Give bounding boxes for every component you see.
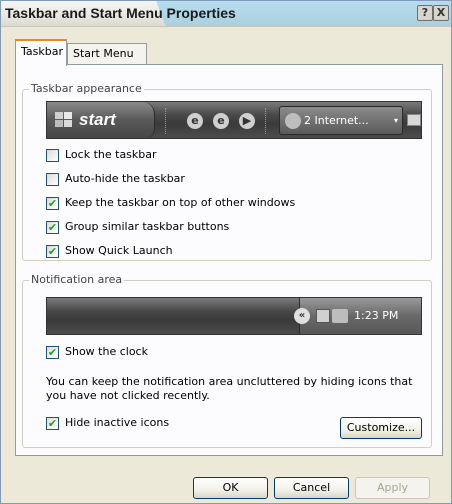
show-clock-checkbox[interactable]: ✔ [46,346,59,359]
notification-area-preview: « 1:23 PM [46,297,422,335]
close-button[interactable]: X [433,5,449,21]
quick-launch-checkbox[interactable]: ✔ [46,245,59,258]
folder-icon [407,114,421,126]
system-tray-preview: « 1:23 PM [294,298,421,334]
internet-explorer-icon [285,113,301,129]
help-button[interactable]: ? [417,5,433,21]
taskbar-group-button-preview: 2 Internet... ▾ [279,106,403,135]
show-hidden-icons-chevron-icon: « [294,308,310,324]
quick-launch-label[interactable]: Show Quick Launch [65,244,173,257]
tab-taskbar[interactable]: Taskbar [15,39,67,66]
group-buttons-checkbox[interactable]: ✔ [46,221,59,234]
tab-start-menu[interactable]: Start Menu [67,43,147,65]
dropdown-arrow-icon: ▾ [394,116,399,125]
keep-on-top-checkbox[interactable]: ✔ [46,197,59,210]
media-player-icon: ▶ [239,113,255,129]
start-button-preview: start [47,102,155,138]
show-clock-label[interactable]: Show the clock [65,345,148,358]
keep-on-top-label[interactable]: Keep the taskbar on top of other windows [65,196,295,209]
group-buttons-label[interactable]: Group similar taskbar buttons [65,220,229,233]
auto-hide-checkbox[interactable] [46,173,59,186]
apply-button[interactable]: Apply [355,477,430,499]
cancel-button[interactable]: Cancel [274,477,349,499]
quick-launch-separator [165,108,167,134]
window-title: Taskbar and Start Menu Properties [5,5,236,21]
tray-clock: 1:23 PM [354,309,399,322]
task-button-label: 2 Internet... [304,114,369,127]
properties-dialog: Taskbar and Start Menu Properties ? X Ta… [0,0,452,504]
lock-taskbar-label[interactable]: Lock the taskbar [65,148,157,161]
title-bar[interactable]: Taskbar and Start Menu Properties ? X [1,1,451,27]
network-icon [316,309,330,323]
ok-button[interactable]: OK [193,477,268,499]
windows-flag-icon [55,112,72,127]
notification-info-text: You can keep the notification area unclu… [46,375,413,402]
hide-inactive-checkbox[interactable]: ✔ [46,417,59,430]
volume-icon [332,309,348,323]
internet-explorer-icon: e [187,113,203,129]
customize-button[interactable]: Customize... [340,417,422,439]
start-label: start [79,110,116,129]
lock-taskbar-checkbox[interactable] [46,149,59,162]
outlook-express-icon: e [213,113,229,129]
taskbar-preview-image: start e e ▶ 2 Internet... ▾ [46,101,422,139]
quick-launch-separator [265,108,267,134]
hide-inactive-label[interactable]: Hide inactive icons [65,416,169,429]
notification-area-label: Notification area [29,273,125,286]
taskbar-appearance-label: Taskbar appearance [29,82,144,95]
auto-hide-label[interactable]: Auto-hide the taskbar [65,172,185,185]
